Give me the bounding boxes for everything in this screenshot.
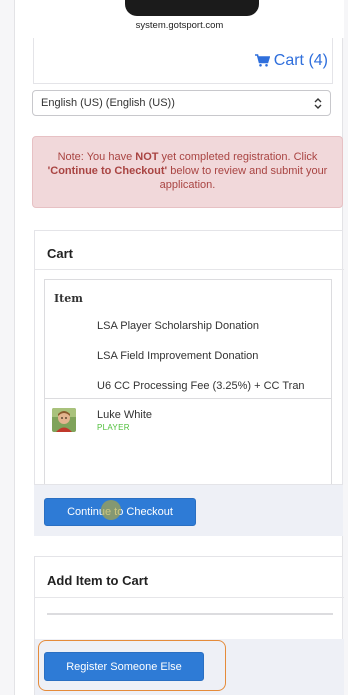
register-someone-else-button[interactable]: Register Someone Else [44,652,204,681]
alert-not: NOT [135,151,159,163]
device-notch [125,0,259,16]
browser-url-bar[interactable]: system.gotsport.com [15,0,344,38]
player-photo-icon [52,408,76,432]
shopping-cart-icon [254,54,270,67]
registration-alert: Note: You have NOT yet completed registr… [32,136,343,208]
divider [35,269,344,270]
cart-item: U6 CC Processing Fee (3.25%) + CC Tran [97,380,305,392]
cart-link[interactable]: Cart (4) [254,51,328,70]
cart-item: LSA Player Scholarship Donation [97,320,260,332]
language-select[interactable]: English (US) (English (US)) [32,90,331,116]
column-header-item: Item [54,292,83,305]
tap-indicator [101,500,121,520]
player-row: Luke White PLAYER [45,398,331,458]
add-item-title: Add Item to Cart [47,573,149,588]
divider [35,597,344,598]
select-arrows-icon [314,98,322,109]
checkout-footer: Continue to Checkout [34,484,343,536]
alert-cta: 'Continue to Checkout' [47,165,168,177]
player-name: Luke White [97,409,153,421]
url-text: system.gotsport.com [135,20,224,31]
cart-label: Cart (4) [273,51,328,69]
add-item-placeholder [47,613,333,615]
player-avatar [52,408,76,432]
cart-title: Cart [47,246,74,261]
cart-header: Cart (4) [33,38,333,84]
cart-item: LSA Field Improvement Donation [97,350,259,362]
language-select-value: English (US) (English (US)) [41,97,175,109]
cart-table: Item LSA Player Scholarship Donation LSA… [44,279,332,491]
player-role: PLAYER [97,423,130,432]
